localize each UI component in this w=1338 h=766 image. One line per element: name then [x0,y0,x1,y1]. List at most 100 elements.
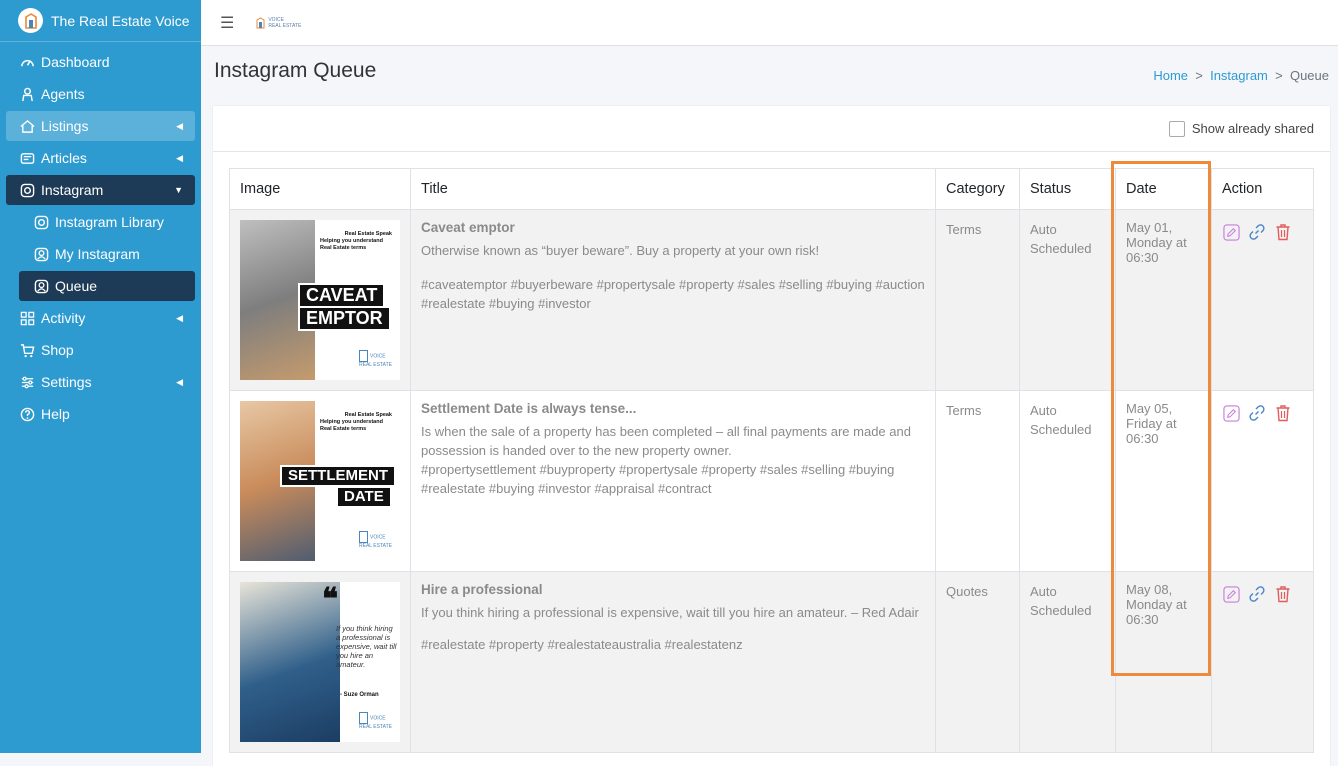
sidebar-item-agents[interactable]: Agents [6,79,195,109]
sidebar-item-help[interactable]: Help [6,399,195,429]
column-header-action: Action [1211,168,1314,210]
sidebar-item-dashboard[interactable]: Dashboard [6,47,195,77]
image-brand: VOICE REAL ESTATE [359,350,392,368]
image-brand-line1: VOICE [370,534,386,541]
category-cell: Terms [935,390,1020,572]
delete-icon[interactable] [1274,404,1292,422]
brand-logo-icon [359,531,369,543]
table-header-row: Image Title Category Status Date Action [229,168,1314,210]
my-instagram-icon [33,246,49,262]
articles-icon [19,150,35,166]
page-title: Instagram Queue [214,59,377,82]
action-cell [1211,390,1314,572]
column-header-date[interactable]: Date [1115,168,1212,210]
sidebar-item-settings[interactable]: Settings ◀ [6,367,195,397]
post-hashtags: #realestate #property #realestateaustral… [421,637,743,652]
brand[interactable]: The Real Estate Voice [0,0,201,42]
delete-icon[interactable] [1274,585,1292,603]
column-header-category[interactable]: Category [935,168,1020,210]
instagram-icon [33,214,49,230]
column-header-status[interactable]: Status [1019,168,1116,210]
sidebar-item-listings[interactable]: Listings ◀ [6,111,195,141]
post-image[interactable]: ❝ If you think hiring a professional is … [240,582,400,742]
image-headline-2: DATE [336,486,392,508]
app-title: The Real Estate Voice [51,12,190,29]
dashboard-icon [19,54,35,70]
post-image[interactable]: Real Estate Speak Helping you understand… [240,220,400,380]
topbar-logo[interactable]: VOICE REAL ESTATE [256,17,301,29]
brand-logo-icon [359,350,369,362]
sidebar-item-label: Activity [41,310,86,326]
sidebar-item-label: Instagram [41,182,104,198]
table-row: Real Estate Speak Helping you understand… [229,209,1314,391]
action-cell [1211,571,1314,753]
topbar-logo-line2: REAL ESTATE [268,22,302,29]
image-quote-author: - Suze Orman [340,692,379,698]
show-shared-checkbox[interactable] [1168,120,1185,137]
sidebar-item-instagram-library[interactable]: Instagram Library [19,207,195,237]
table-row: ❝ If you think hiring a professional is … [229,571,1314,753]
image-brand-line2: REAL ESTATE [359,362,392,368]
post-hashtags: #caveatemptor #buyerbeware #propertysale… [421,277,925,311]
sidebar-item-activity[interactable]: Activity ◀ [6,303,195,333]
post-description: Is when the sale of a property has been … [421,424,911,458]
sidebar-item-label: Agents [41,86,85,102]
breadcrumb-separator: > [1275,68,1283,83]
date-cell: May 05, Friday at 06:30 [1115,390,1212,572]
quote-mark: ❝ [322,583,339,616]
image-brand-line1: VOICE [370,353,386,360]
sidebar-item-label: Settings [41,374,92,390]
column-header-image[interactable]: Image [229,168,411,210]
link-icon[interactable] [1248,223,1266,241]
help-icon [19,406,35,422]
sidebar-item-label: Instagram Library [55,214,164,230]
edit-icon[interactable] [1222,223,1240,241]
sidebar-item-queue[interactable]: Queue [19,271,195,301]
table-row: Real Estate Speak Helping you understand… [229,390,1314,572]
brand-logo-icon [359,712,369,724]
date-cell: May 08, Monday at 06:30 [1115,571,1212,753]
sidebar-item-shop[interactable]: Shop [6,335,195,365]
show-shared-label[interactable]: Show already shared [1192,121,1314,136]
post-image[interactable]: Real Estate Speak Helping you understand… [240,401,400,561]
delete-icon[interactable] [1274,223,1292,241]
breadcrumb-home[interactable]: Home [1153,68,1188,83]
sidebar-item-my-instagram[interactable]: My Instagram [19,239,195,269]
title-cell: Settlement Date is always tense... Is wh… [410,390,936,572]
breadcrumb-instagram[interactable]: Instagram [1210,68,1268,83]
category-cell: Terms [935,209,1020,391]
status-cell: Auto Scheduled [1019,571,1116,753]
image-brand: VOICE REAL ESTATE [359,712,392,730]
sidebar-item-articles[interactable]: Articles ◀ [6,143,195,173]
link-icon[interactable] [1248,404,1266,422]
image-headline-1: CAVEAT [298,283,386,308]
title-cell: Caveat emptor Otherwise known as “buyer … [410,209,936,391]
status-cell: Auto Scheduled [1019,390,1116,572]
listings-icon [19,118,35,134]
sidebar-item-label: Queue [55,278,98,294]
edit-icon[interactable] [1222,585,1240,603]
sidebar-item-label: Articles [41,150,87,166]
menu-icon[interactable]: ☰ [220,13,234,33]
image-caption-help: Helping you understand Real Estate terms [320,238,383,251]
image-cell: ❝ If you think hiring a professional is … [229,571,411,753]
image-brand-line1: VOICE [370,715,386,722]
image-cell: Real Estate Speak Helping you understand… [229,390,411,572]
image-cell: Real Estate Speak Helping you understand… [229,209,411,391]
edit-icon[interactable] [1222,404,1240,422]
topbar: ☰ VOICE REAL ESTATE [201,0,1338,46]
link-icon[interactable] [1248,585,1266,603]
column-header-title[interactable]: Title [410,168,936,210]
sidebar-item-label: Help [41,406,70,422]
sidebar-item-instagram[interactable]: Instagram ▼ [6,175,195,205]
image-headline-2: EMPTOR [298,306,391,331]
image-caption-help: Helping you understand Real Estate terms [320,419,383,432]
sidebar-item-label: My Instagram [55,246,140,262]
breadcrumb-separator: > [1195,68,1203,83]
breadcrumb: Home > Instagram > Queue [1153,68,1329,83]
sidebar-nav: Dashboard Agents Listings ◀ Articles ◀ I… [0,42,201,429]
instagram-submenu: Instagram Library My Instagram Queue [6,207,195,301]
queue-icon [33,278,49,294]
image-headline-1: SETTLEMENT [280,465,396,487]
image-quote-text: If you think hiring a professional is ex… [336,624,397,669]
